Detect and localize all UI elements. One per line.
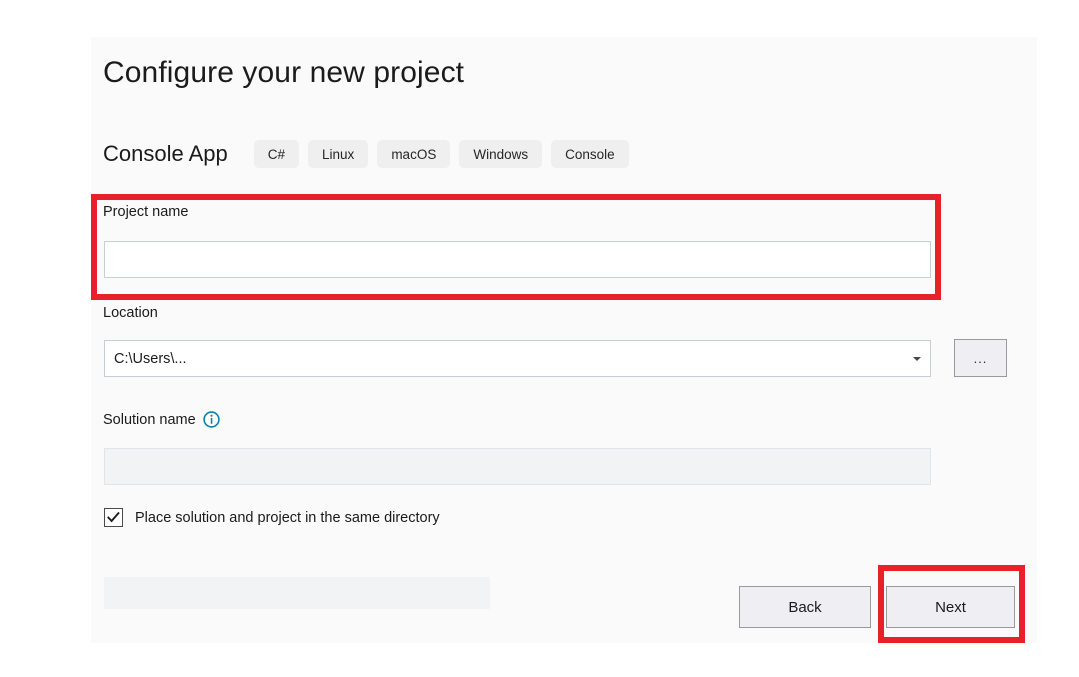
- footer-message-strip: [104, 577, 490, 609]
- project-name-input[interactable]: [104, 241, 931, 278]
- same-directory-checkbox[interactable]: [104, 508, 123, 527]
- info-circle-icon[interactable]: [203, 411, 220, 428]
- back-button[interactable]: Back: [739, 586, 871, 628]
- solution-name-input: [104, 448, 931, 485]
- same-directory-label: Place solution and project in the same d…: [135, 510, 440, 526]
- tag-windows: Windows: [459, 140, 542, 168]
- project-name-label: Project name: [103, 204, 188, 220]
- tag-language: C#: [254, 140, 299, 168]
- screen: Configure your new project Console App C…: [0, 0, 1079, 677]
- solution-name-label-group: Solution name: [103, 411, 220, 428]
- location-label: Location: [103, 305, 158, 321]
- same-directory-checkbox-row[interactable]: Place solution and project in the same d…: [104, 508, 440, 527]
- location-value: C:\Users\...: [114, 351, 187, 367]
- tag-console: Console: [551, 140, 629, 168]
- check-icon: [107, 511, 120, 524]
- tag-macos: macOS: [377, 140, 450, 168]
- browse-location-button[interactable]: ...: [954, 339, 1007, 377]
- page-title: Configure your new project: [103, 56, 464, 90]
- solution-name-label: Solution name: [103, 412, 196, 428]
- tag-linux: Linux: [308, 140, 368, 168]
- template-summary-row: Console App C# Linux macOS Windows Conso…: [103, 137, 638, 171]
- location-combobox[interactable]: C:\Users\...: [104, 340, 931, 377]
- chevron-down-icon[interactable]: [913, 357, 921, 361]
- template-name: Console App: [103, 141, 228, 167]
- next-button[interactable]: Next: [886, 586, 1015, 628]
